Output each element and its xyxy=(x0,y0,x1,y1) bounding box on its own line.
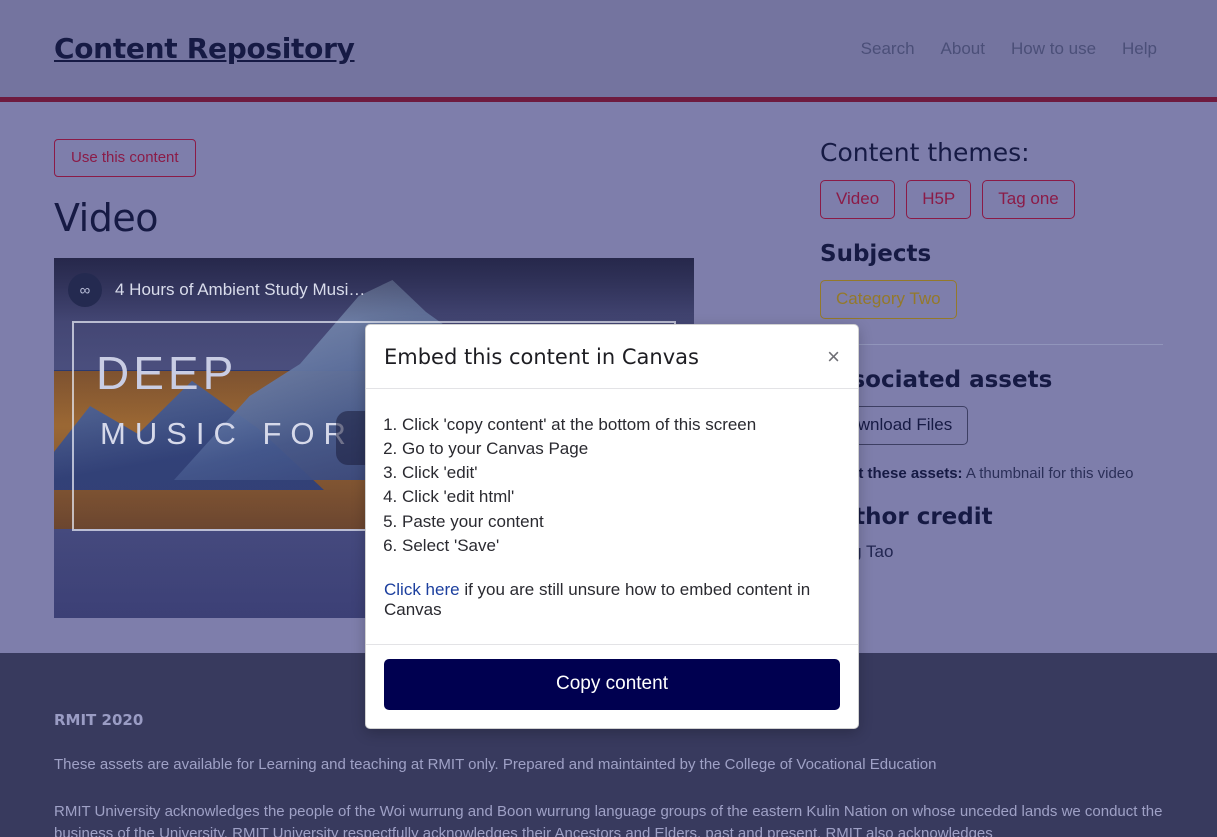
main-nav: Search About How to use Help xyxy=(861,39,1157,59)
assets-note-value: A thumbnail for this video xyxy=(965,465,1134,482)
close-icon[interactable]: × xyxy=(827,346,840,368)
nav-link-how-to-use[interactable]: How to use xyxy=(1011,39,1096,59)
nav-link-help[interactable]: Help xyxy=(1122,39,1157,59)
embed-step-3: Click 'edit' xyxy=(402,461,840,485)
sidebar-divider xyxy=(820,344,1163,345)
video-poster-line2: MUSIC FOR xyxy=(100,416,355,451)
page-body: Use this content Video DEEP MUSIC FOR ∞ … xyxy=(0,102,1217,729)
copy-content-button[interactable]: Copy content xyxy=(384,658,840,710)
nav-link-about[interactable]: About xyxy=(941,39,985,59)
video-top-bar: ∞ 4 Hours of Ambient Study Musi… xyxy=(54,258,694,322)
assets-note: About these assets: A thumbnail for this… xyxy=(820,465,1163,482)
associated-assets-heading: Associated assets xyxy=(820,367,1053,393)
page-title: Video xyxy=(54,196,158,240)
content-themes-list: Video H5P Tag one xyxy=(820,180,1163,219)
assets-actions: Download Files xyxy=(820,406,1163,445)
video-overlay-title[interactable]: 4 Hours of Ambient Study Musi… xyxy=(115,280,365,300)
use-this-content-button[interactable]: Use this content xyxy=(54,139,196,177)
embed-modal: Embed this content in Canvas × Click 'co… xyxy=(365,324,859,729)
channel-logo-icon[interactable]: ∞ xyxy=(68,273,102,307)
embed-step-2: Go to your Canvas Page xyxy=(402,437,840,461)
footer-line-1: These assets are available for Learning … xyxy=(54,756,937,773)
video-poster-line1: DEEP xyxy=(96,347,238,399)
embed-steps-list: Click 'copy content' at the bottom of th… xyxy=(402,413,840,558)
modal-header: Embed this content in Canvas × xyxy=(366,325,858,389)
modal-footer: Copy content xyxy=(366,643,858,728)
subjects-heading: Subjects xyxy=(820,241,932,267)
content-themes-heading: Content themes: xyxy=(820,138,1030,167)
modal-body: Click 'copy content' at the bottom of th… xyxy=(366,389,858,644)
theme-chip-video[interactable]: Video xyxy=(820,180,896,219)
author-credit-heading: Author credit xyxy=(820,504,993,530)
site-brand[interactable]: Content Repository xyxy=(54,32,355,65)
embed-step-5: Paste your content xyxy=(402,510,840,534)
modal-title: Embed this content in Canvas xyxy=(384,345,699,369)
details-sidebar: Content themes: Video H5P Tag one Subjec… xyxy=(814,102,1163,653)
author-credit-name: Liang Tao xyxy=(820,542,894,561)
embed-step-4: Click 'edit html' xyxy=(402,485,840,509)
theme-chip-tag-one[interactable]: Tag one xyxy=(982,180,1075,219)
embed-step-6: Select 'Save' xyxy=(402,534,840,558)
subjects-list: Category Two xyxy=(820,280,1163,319)
nav-link-search[interactable]: Search xyxy=(861,39,915,59)
site-header: Content Repository Search About How to u… xyxy=(0,0,1217,102)
subject-chip-category-two[interactable]: Category Two xyxy=(820,280,957,319)
modal-help-link[interactable]: Click here xyxy=(384,580,460,599)
theme-chip-h5p[interactable]: H5P xyxy=(906,180,972,219)
footer-line-2: RMIT University acknowledges the people … xyxy=(54,802,1163,837)
modal-help-text: Click here if you are still unsure how t… xyxy=(384,580,840,620)
embed-step-1: Click 'copy content' at the bottom of th… xyxy=(402,413,840,437)
